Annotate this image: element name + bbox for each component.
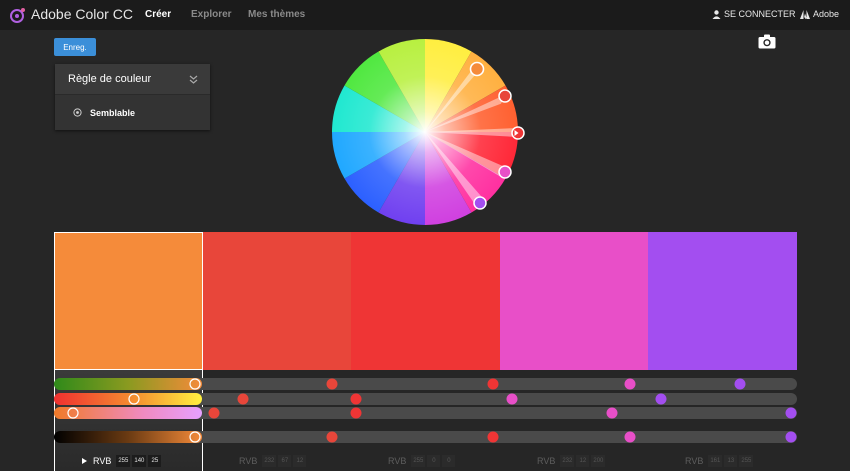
green-value[interactable]: 140: [132, 455, 147, 467]
swatch-2[interactable]: [202, 232, 352, 370]
color-mode-label: RVB: [685, 456, 704, 466]
red-value[interactable]: 161: [708, 455, 723, 467]
swatch-5[interactable]: [648, 232, 797, 370]
red-value[interactable]: 232: [262, 455, 277, 467]
swatch-values-3[interactable]: RVB 255 0 0: [388, 455, 456, 467]
color-mode-label: RVB: [239, 456, 258, 466]
blue-value[interactable]: 255: [739, 455, 754, 467]
green-value[interactable]: 12: [576, 455, 590, 467]
swatch-values-4[interactable]: RVB 232 12 200: [537, 455, 606, 467]
swatch-values-5[interactable]: RVB 161 13 255: [685, 455, 754, 467]
swatch-3[interactable]: [351, 232, 500, 370]
green-value[interactable]: 13: [724, 455, 738, 467]
red-value[interactable]: 232: [560, 455, 575, 467]
caret-right-icon[interactable]: [82, 458, 87, 464]
swatch-values-2[interactable]: RVB 232 67 12: [239, 455, 307, 467]
swatch-1[interactable]: [54, 232, 203, 370]
color-mode-label: RVB: [388, 456, 407, 466]
blue-value[interactable]: 0: [442, 455, 456, 467]
green-value[interactable]: 67: [278, 455, 292, 467]
color-values-row: RVB 255 140 25 RVB 232 67 12 RVB 255 0 0…: [54, 452, 797, 471]
swatch-values-1[interactable]: RVB 255 140 25: [82, 455, 162, 467]
color-mode-label: RVB: [537, 456, 556, 466]
red-value[interactable]: 255: [411, 455, 426, 467]
red-value[interactable]: 255: [116, 455, 131, 467]
swatch-4[interactable]: [499, 232, 649, 370]
color-swatches: [54, 232, 797, 370]
blue-value[interactable]: 12: [293, 455, 307, 467]
green-value[interactable]: 0: [427, 455, 441, 467]
blue-value[interactable]: 200: [591, 455, 606, 467]
color-mode-label: RVB: [93, 456, 112, 466]
blue-value[interactable]: 25: [148, 455, 162, 467]
